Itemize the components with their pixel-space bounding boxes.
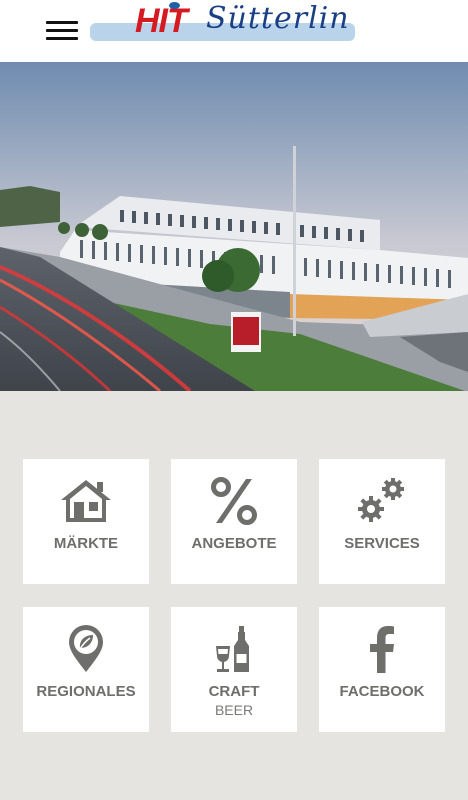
location-leaf-icon	[23, 623, 149, 675]
logo-hit-text[interactable]: HIT	[135, 4, 188, 38]
hero-image	[0, 62, 468, 391]
menu-icon-line	[46, 21, 78, 24]
house-icon	[23, 475, 149, 527]
tile-regionales[interactable]: REGIONALES	[23, 607, 149, 732]
facebook-icon	[319, 623, 445, 675]
tile-label: SERVICES	[344, 535, 420, 552]
tile-label: CRAFT	[208, 683, 260, 700]
app-header: HIT Sütterlin	[0, 0, 468, 62]
beer-bottle-glass-icon	[171, 623, 297, 675]
tile-facebook[interactable]: FACEBOOK	[319, 607, 445, 732]
logo-dot	[169, 2, 180, 9]
menu-icon-line	[46, 29, 78, 32]
logo-name-text[interactable]: Sütterlin	[206, 4, 350, 34]
percent-icon	[171, 475, 297, 527]
tile-services[interactable]: SERVICES	[319, 459, 445, 584]
tile-craft-beer[interactable]: CRAFT BEER	[171, 607, 297, 732]
tile-label: REGIONALES	[36, 683, 136, 700]
hamburger-menu-button[interactable]	[44, 19, 80, 43]
tile-label: MÄRKTE	[53, 535, 119, 552]
menu-icon-line	[46, 37, 78, 40]
tile-maerkte[interactable]: MÄRKTE	[23, 459, 149, 584]
tile-label: FACEBOOK	[339, 683, 425, 700]
tile-angebote[interactable]: ANGEBOTE	[171, 459, 297, 584]
tile-label: ANGEBOTE	[191, 535, 277, 552]
gears-icon	[319, 475, 445, 527]
tile-sublabel: BEER	[214, 702, 254, 718]
